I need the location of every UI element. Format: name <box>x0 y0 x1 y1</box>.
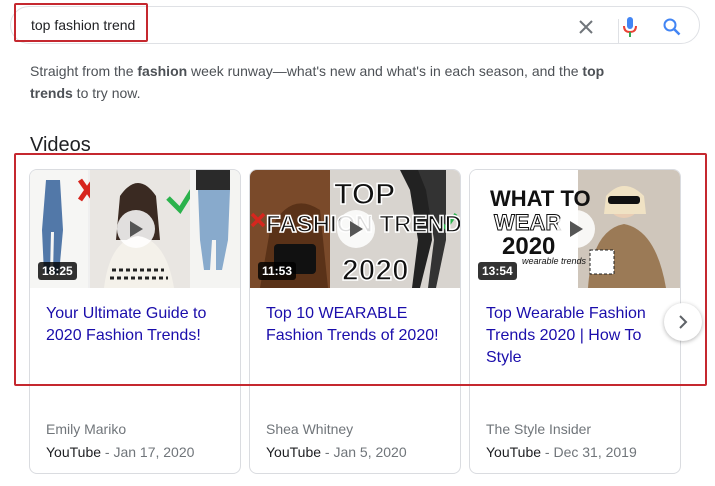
video-thumbnail[interactable]: 18:25 <box>30 170 240 288</box>
close-icon[interactable] <box>575 16 597 38</box>
video-meta: YouTube - Dec 31, 2019 <box>486 444 637 460</box>
play-icon[interactable] <box>337 210 375 248</box>
video-duration: 18:25 <box>38 262 77 280</box>
search-icon[interactable] <box>661 16 683 38</box>
video-channel: Shea Whitney <box>266 421 354 437</box>
video-thumbnail[interactable]: TOP FASHION TRENDS 2020 11:53 <box>250 170 460 288</box>
video-title[interactable]: Top Wearable Fashion Trends 2020 | How T… <box>486 303 666 369</box>
thumb-text-b: WEAR <box>494 210 561 235</box>
search-input[interactable] <box>31 17 431 33</box>
thumb-text-top: TOP <box>334 178 395 211</box>
play-icon[interactable] <box>557 210 595 248</box>
thumb-text-d: wearable trends <box>522 256 587 266</box>
chevron-right-icon[interactable] <box>664 303 702 341</box>
clipped-result-title <box>30 34 490 48</box>
video-thumbnail[interactable]: WHAT TO WEAR 2020 wearable trends 13:54 <box>470 170 680 288</box>
video-title[interactable]: Top 10 WEARABLE Fashion Trends of 2020! <box>266 303 446 347</box>
video-meta: YouTube - Jan 5, 2020 <box>266 444 407 460</box>
video-card-2[interactable]: TOP FASHION TRENDS 2020 11:53 Top 10 WEA… <box>249 169 461 474</box>
mic-icon[interactable] <box>619 16 641 38</box>
video-duration: 13:54 <box>478 262 517 280</box>
video-meta: YouTube - Jan 17, 2020 <box>46 444 195 460</box>
videos-heading: Videos <box>30 134 91 156</box>
video-card-3[interactable]: WHAT TO WEAR 2020 wearable trends 13:54 … <box>469 169 681 474</box>
thumb-text-a: WHAT TO <box>490 186 591 211</box>
thumb-text-year: 2020 <box>342 254 409 287</box>
play-icon[interactable] <box>117 210 155 248</box>
video-channel: Emily Mariko <box>46 421 127 437</box>
video-duration: 11:53 <box>258 262 297 280</box>
video-channel: The Style Insider <box>486 421 592 437</box>
video-card-1[interactable]: 18:25 Your Ultimate Guide to 2020 Fashio… <box>29 169 241 474</box>
result-snippet: Straight from the fashion week runway—wh… <box>30 63 605 101</box>
video-title[interactable]: Your Ultimate Guide to 2020 Fashion Tren… <box>46 303 226 347</box>
